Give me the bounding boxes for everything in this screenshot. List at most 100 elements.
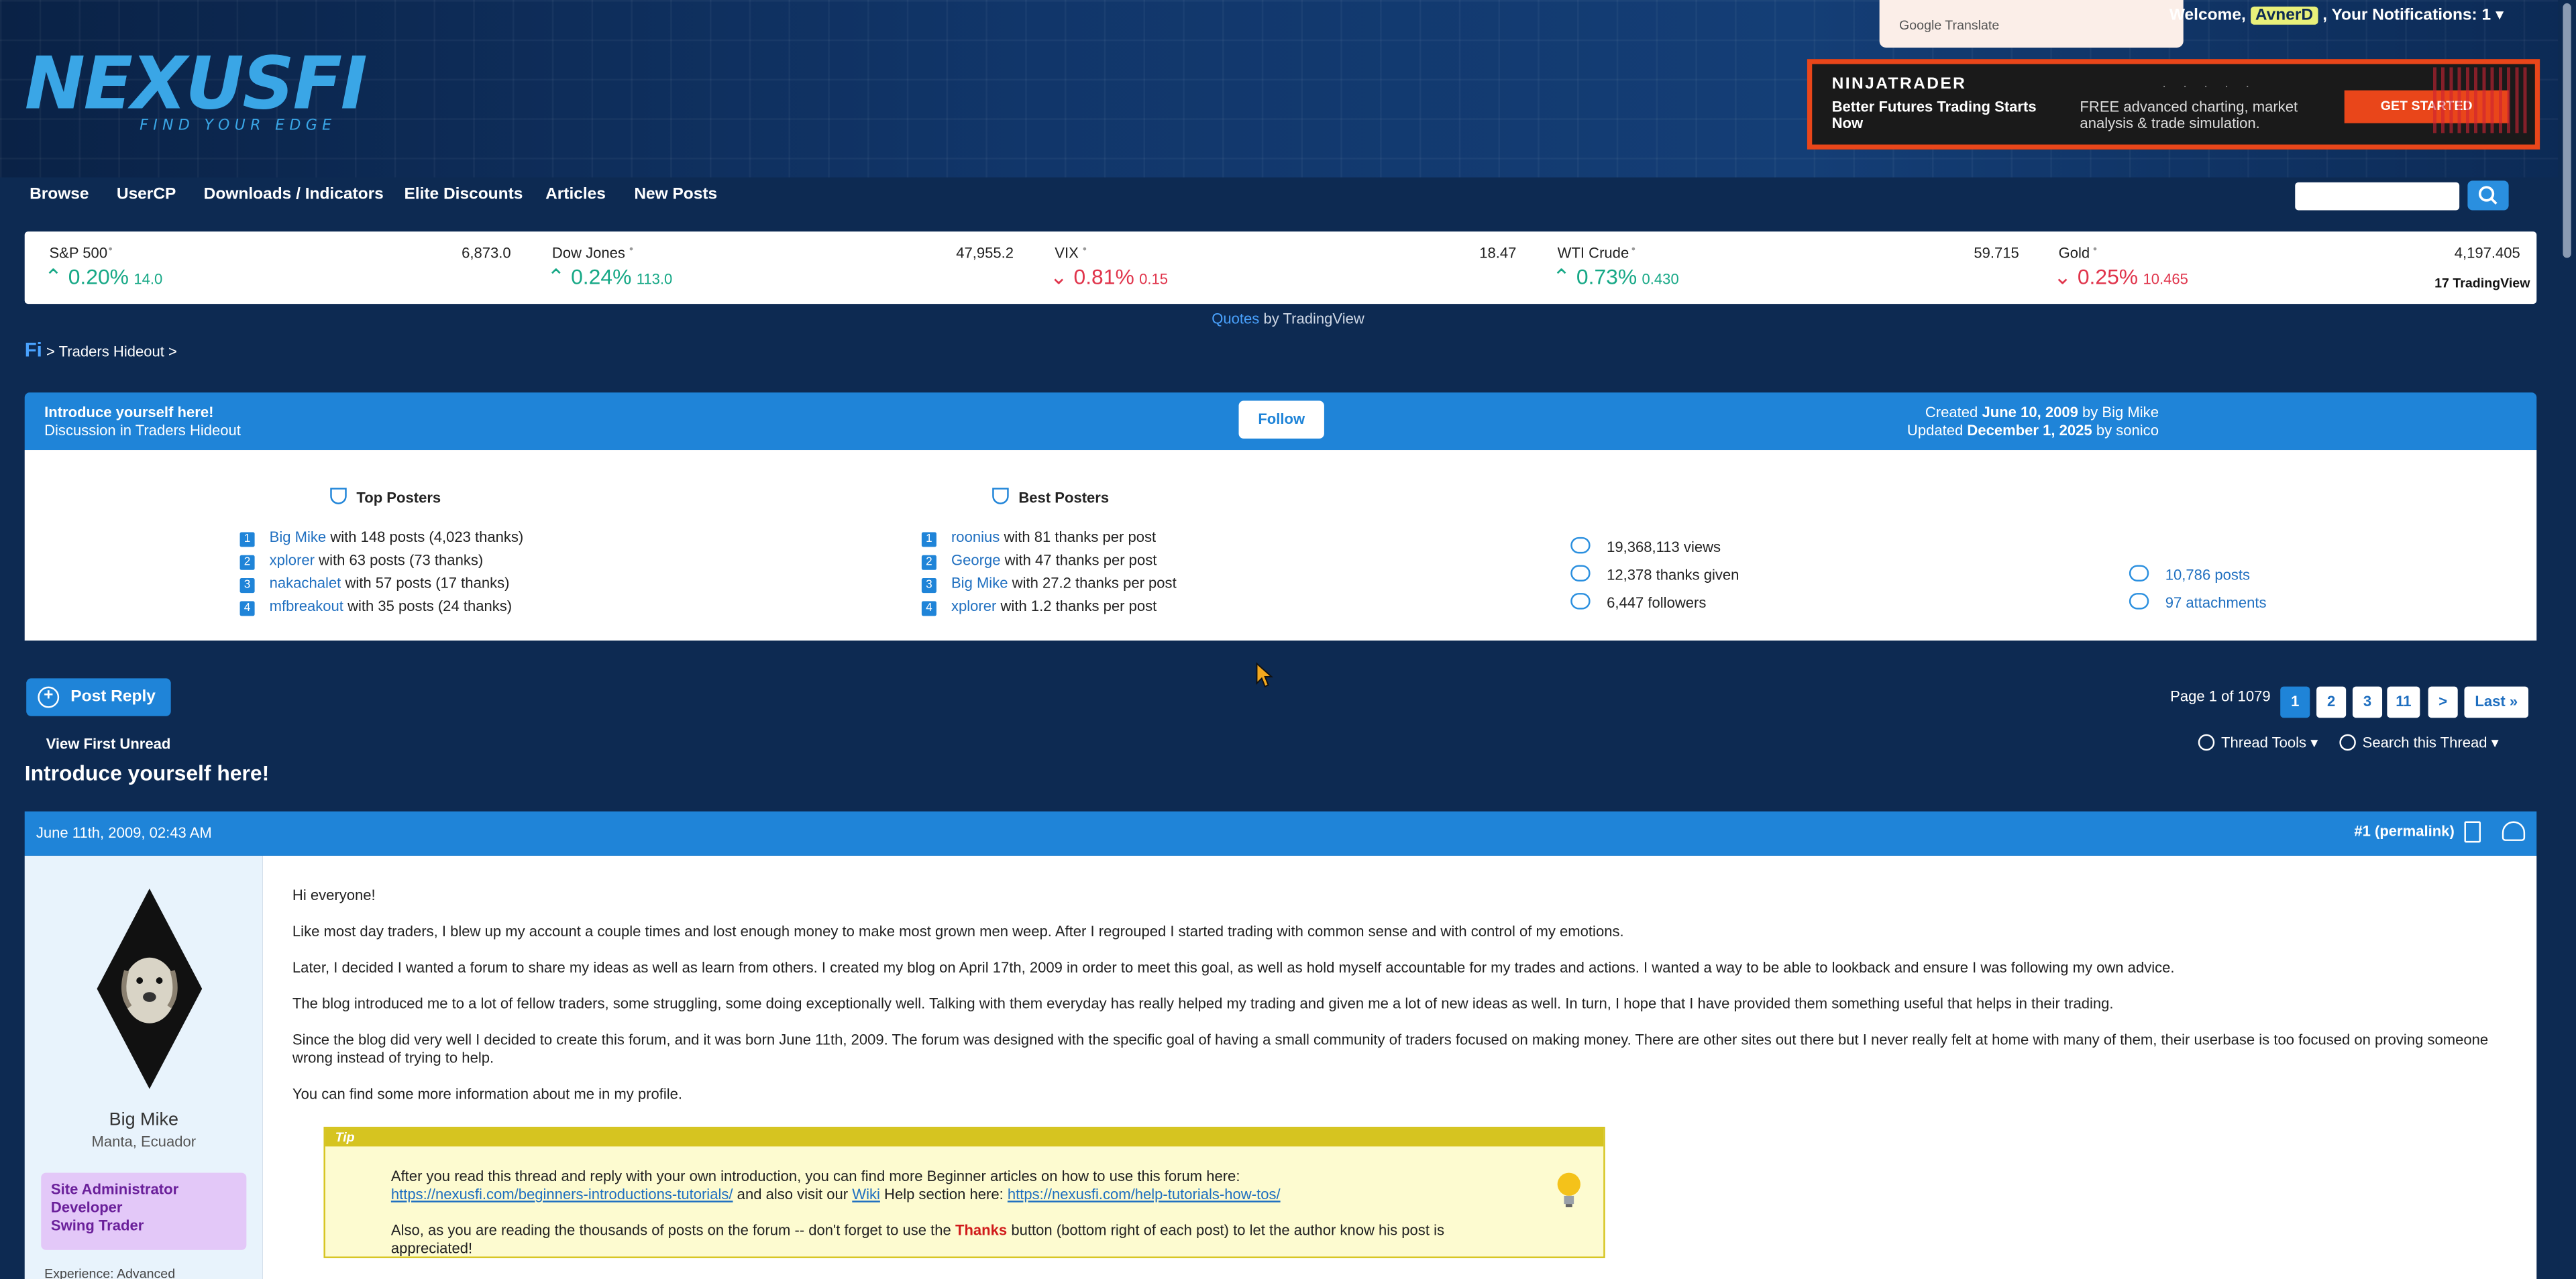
poster-link[interactable]: George	[951, 552, 1001, 568]
nav-browse[interactable]: Browse	[30, 186, 89, 204]
ad-chart-graphic	[2432, 67, 2532, 133]
ticker-name: S&P 500	[49, 244, 108, 262]
ticker-change-pct: 0.24%	[571, 264, 632, 290]
last-page-button[interactable]: Last »	[2464, 686, 2529, 718]
chevron-down-icon[interactable]: ▾	[2496, 7, 2504, 25]
list-item: 3 Big Mike with 27.2 thanks per post	[921, 575, 1177, 594]
ticker-price: 47,955.2	[956, 244, 1014, 262]
tip-line: Also, as you are reading the thousands o…	[390, 1222, 1445, 1239]
post-reply-button[interactable]: + Post Reply	[26, 678, 171, 716]
beginners-link[interactable]: https://nexusfi.com/beginners-introducti…	[391, 1186, 733, 1202]
ticker-item[interactable]: Dow Jones • 47,955.2 ⌃ 0.24% 113.0	[527, 231, 1030, 304]
post-paragraph: You can find some more information about…	[292, 1085, 683, 1103]
nav-articles[interactable]: Articles	[545, 186, 606, 204]
followers-stat: 6,447 followers	[1570, 593, 1706, 611]
post-author-panel: Big Mike Manta, Ecuador Site Administrat…	[24, 855, 263, 1279]
tip-line: https://nexusfi.com/beginners-introducti…	[390, 1186, 1281, 1203]
tradingview-logo-icon: 17	[2434, 276, 2453, 291]
author-location: Manta, Ecuador	[91, 1133, 197, 1150]
tip-box: Tip After you read this thread and reply…	[323, 1127, 1605, 1258]
search-button[interactable]	[2467, 180, 2509, 211]
page-scrollbar[interactable]	[2558, 0, 2576, 1279]
ticker-change-abs: 14.0	[133, 271, 163, 288]
attachments-stat: 97 attachments	[2129, 593, 2267, 611]
poster-link[interactable]: Big Mike	[270, 529, 327, 545]
search-input[interactable]	[2295, 182, 2460, 211]
search-thread-menu[interactable]: Search this Thread ▾	[2339, 734, 2499, 753]
thumbs-up-icon	[1570, 565, 1591, 581]
author-name[interactable]: Big Mike	[25, 1111, 263, 1130]
next-page-button[interactable]: >	[2428, 686, 2458, 718]
thread-tools-menu[interactable]: Thread Tools ▾	[2198, 734, 2318, 753]
site-logo[interactable]: NEXUSFI FIND YOUR EDGE	[24, 42, 368, 135]
username-link[interactable]: AvnerD	[2250, 6, 2318, 25]
ticker-change-abs: 113.0	[636, 271, 673, 288]
breadcrumb-home-icon[interactable]: Fi	[25, 338, 42, 361]
poster-link[interactable]: nakachalet	[270, 575, 341, 591]
main-nav: Browse UserCP Downloads / Indicators Eli…	[0, 177, 2576, 218]
post-paragraph: The blog introduced me to a lot of fello…	[292, 995, 2114, 1012]
list-item: 4 mfbreakout with 35 posts (24 thanks)	[239, 598, 512, 616]
ad-description: FREE advanced charting, market analysis …	[2080, 98, 2298, 131]
scrollbar-thumb[interactable]	[2563, 3, 2571, 258]
ticker-item[interactable]: VIX • 18.47 ⌄ 0.81% 0.15	[1030, 231, 1533, 304]
breadcrumb-traders-hideout[interactable]: Traders Hideout	[59, 343, 164, 359]
role-label: Swing Trader	[50, 1217, 144, 1234]
page-button-3[interactable]: 3	[2352, 686, 2383, 718]
thanks-stat: 12,378 thanks given	[1570, 565, 1739, 583]
tradingview-badge[interactable]: 17 TradingView	[2434, 276, 2530, 290]
poster-link[interactable]: xplorer	[270, 552, 315, 568]
notifications-link[interactable]: Your Notifications: 1	[2331, 7, 2491, 25]
logo-text: NEXUSFI	[24, 42, 368, 127]
quotes-link[interactable]: Quotes	[1212, 311, 1259, 327]
nav-new-posts[interactable]: New Posts	[634, 186, 717, 204]
avatar[interactable]	[97, 888, 203, 1089]
page-button-2[interactable]: 2	[2316, 686, 2347, 718]
list-item: 2 George with 47 thanks per post	[921, 552, 1157, 570]
thanks-text: Thanks	[955, 1222, 1008, 1239]
thread-header: Introduce yourself here! Discussion in T…	[24, 392, 2537, 451]
cloud-icon[interactable]	[2502, 821, 2526, 841]
thread-stats-panel: Top Posters 1 Big Mike with 148 posts (4,…	[24, 450, 2537, 641]
poster-link[interactable]: mfbreakout	[270, 598, 343, 614]
nav-usercp[interactable]: UserCP	[117, 186, 176, 204]
top-posters-title: Top Posters	[330, 488, 441, 506]
chevron-down-icon: ⌄	[2053, 264, 2072, 290]
logo-tagline: FIND YOUR EDGE	[140, 118, 337, 135]
poster-link[interactable]: roonius	[951, 529, 1000, 545]
author-roles: Site Administrator Developer Swing Trade…	[41, 1172, 247, 1250]
follow-button[interactable]: Follow	[1238, 400, 1324, 439]
bookmark-icon[interactable]	[2464, 821, 2481, 843]
wiki-link[interactable]: Wiki	[852, 1186, 880, 1202]
author-experience: Experience: Advanced	[44, 1266, 176, 1279]
view-first-unread-link[interactable]: View First Unread	[46, 736, 171, 752]
thread-header-subtitle: Discussion in Traders Hideout	[44, 422, 241, 439]
thread-header-title: Introduce yourself here!	[44, 404, 214, 421]
ad-dots-decoration: ·····	[2161, 78, 2266, 94]
ticker-item[interactable]: Gold • 4,197.405 ⌄ 0.25% 10.465 17 Trading…	[2034, 231, 2536, 304]
users-icon	[1570, 593, 1591, 610]
posts-icon	[2129, 565, 2149, 581]
market-ticker: S&P 500 • 6,873.0 ⌃ 0.20% 14.0 Dow Jones • …	[24, 231, 2537, 304]
ticker-price: 59.715	[1974, 244, 2019, 262]
nav-downloads-indicators[interactable]: Downloads / Indicators	[204, 186, 384, 204]
help-link[interactable]: https://nexusfi.com/help-tutorials-how-t…	[1008, 1186, 1281, 1202]
ticker-name: WTI Crude	[1557, 244, 1629, 262]
mouse-cursor	[1256, 662, 1274, 688]
search-icon	[2478, 186, 2498, 205]
poster-link[interactable]: Big Mike	[951, 575, 1008, 591]
poster-link[interactable]: xplorer	[951, 598, 996, 614]
permalink[interactable]: #1 (permalink)	[2354, 823, 2454, 839]
ninjatrader-ad[interactable]: NINJATRADER Better Futures Trading Start…	[1807, 59, 2540, 150]
nav-elite-discounts[interactable]: Elite Discounts	[404, 186, 523, 204]
ticker-item[interactable]: WTI Crude • 59.715 ⌃ 0.73% 0.430	[1533, 231, 2035, 304]
role-label: Developer	[50, 1199, 123, 1216]
post-paragraph: Hi everyone!	[292, 887, 376, 903]
ticker-item[interactable]: S&P 500 • 6,873.0 ⌃ 0.20% 14.0	[25, 231, 527, 304]
ticker-name: Gold	[2058, 244, 2090, 262]
page-button-11[interactable]: 11	[2387, 686, 2420, 718]
google-translate-widget[interactable]: Google Translate	[1879, 0, 2184, 48]
list-item: 1 Big Mike with 148 posts (4,023 thanks)	[239, 529, 523, 547]
page-button-1[interactable]: 1	[2280, 686, 2310, 718]
thread-meta: Created June 10, 2009 by Big Mike Update…	[1907, 404, 2159, 439]
